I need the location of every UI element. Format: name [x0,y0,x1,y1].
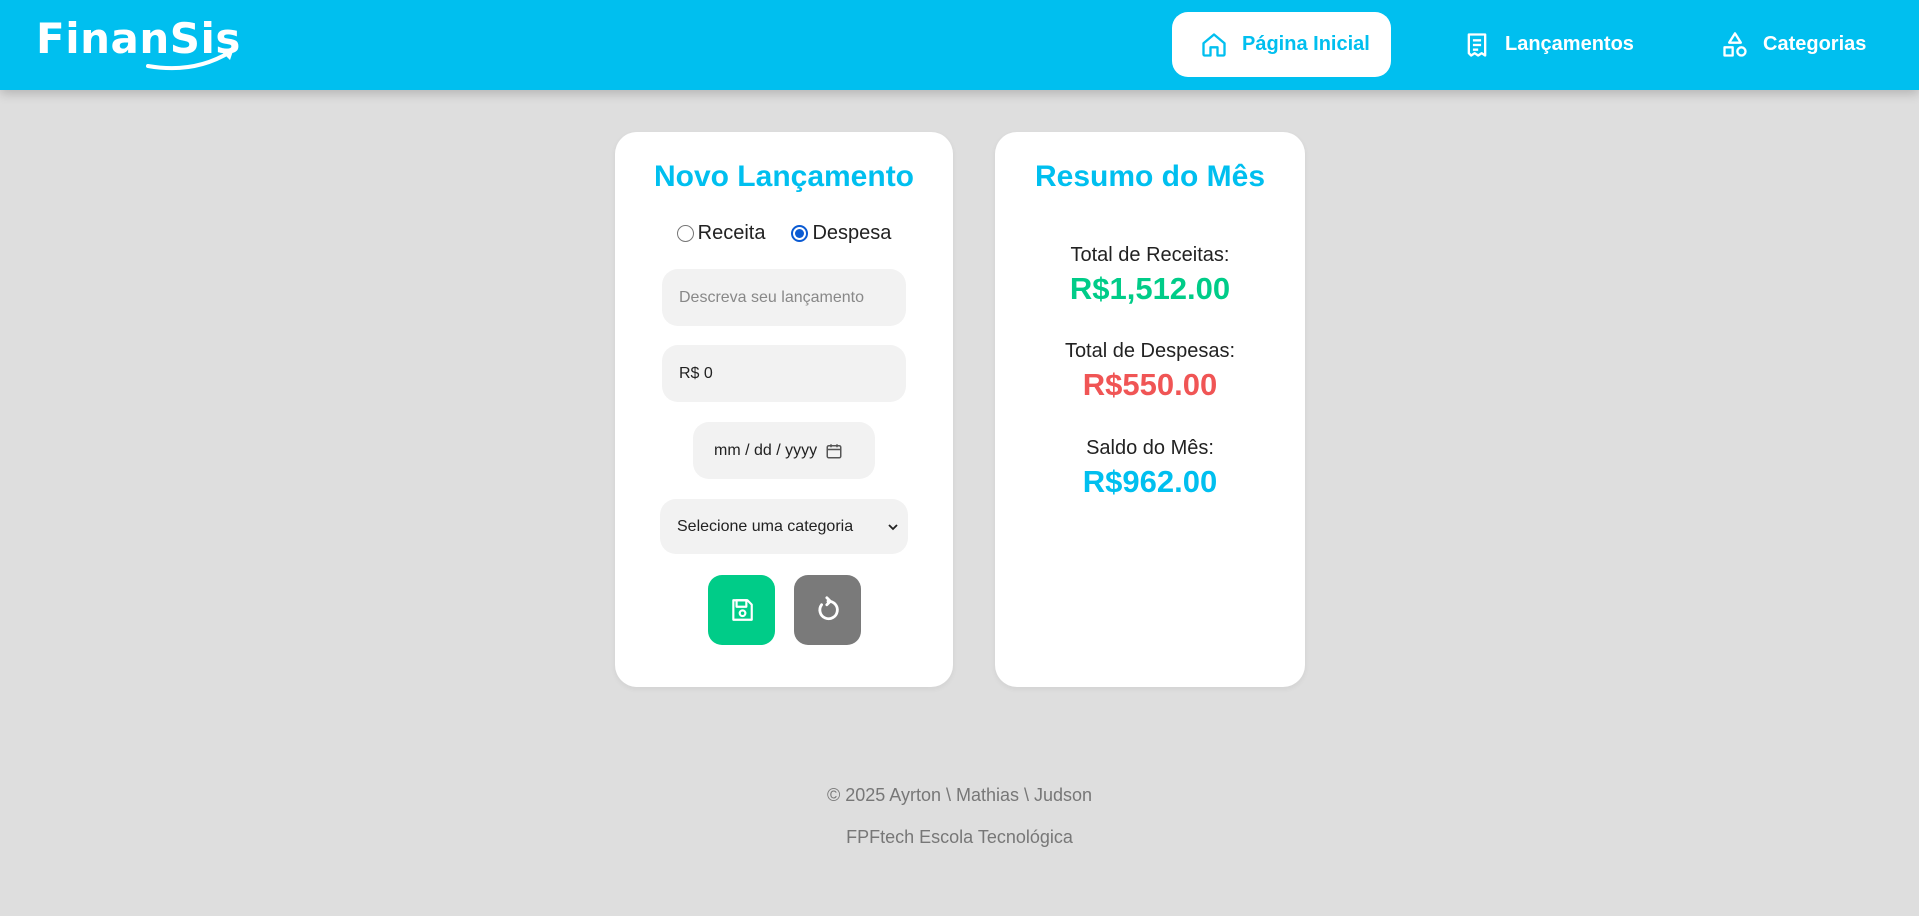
expense-value: R$550.00 [1082,367,1218,402]
nav-item-categorias[interactable]: Categorias [1713,12,1891,77]
balance-value: R$962.00 [1082,464,1218,499]
description-input[interactable]: Descreva seu lançamento [662,269,906,326]
description-placeholder: Descreva seu lançamento [679,288,864,306]
expense-summary: Total de Despesas: R$550.00 [995,340,1305,403]
app-logo[interactable]: FinanSis [36,14,241,74]
date-placeholder: mm / dd / yyyy [714,441,818,459]
radio-circle[interactable] [676,225,694,242]
radio-receita[interactable]: Receita [676,222,766,245]
expense-label: Total de Despesas: [1064,340,1236,362]
radio-circle[interactable] [791,225,809,242]
nav-item-home[interactable]: Página Inicial [1172,12,1391,77]
amount-value: R$ 0 [679,364,713,382]
save-icon [731,599,753,621]
income-label: Total de Receitas: [1070,244,1230,266]
receipt-icon [1467,32,1487,57]
home-icon [1202,32,1226,57]
shapes-icon [1723,31,1747,57]
top-navbar: FinanSis Página Inicial Lançamentos Cate… [0,0,1919,90]
reset-button[interactable] [794,575,861,645]
radio-label: Despesa [812,222,892,244]
logo-arrow-icon [146,48,234,71]
balance-label: Saldo do Mês: [1086,437,1214,459]
summary-title: Resumo do Mês [1034,160,1266,193]
amount-input[interactable]: R$ 0 [662,345,906,402]
nav-item-label: Lançamentos [1505,33,1634,55]
new-entry-title: Novo Lançamento [653,160,915,193]
nav-item-label: Categorias [1763,33,1867,55]
radio-despesa[interactable]: Despesa [791,222,891,245]
balance-summary: Saldo do Mês: R$962.00 [995,437,1305,500]
category-selected-value: Selecione uma categoria [677,517,854,535]
month-summary-card: Resumo do Mês Total de Receitas: R$1,512… [995,132,1305,687]
nav-item-lancamentos[interactable]: Lançamentos [1455,12,1655,77]
reset-icon [817,596,839,621]
date-input[interactable]: mm / dd / yyyy [693,422,875,479]
entry-type-group: Receita Despesa [615,222,953,245]
save-button[interactable] [708,575,775,645]
calendar-icon[interactable] [825,442,843,460]
chevron-down-icon [888,524,898,531]
income-summary: Total de Receitas: R$1,512.00 [995,244,1305,307]
footer-credits: © 2025 Ayrton \ Mathias \ Judson [826,785,1093,805]
new-entry-card: Novo Lançamento Receita Despesa Descreva… [615,132,953,687]
category-select[interactable]: Selecione uma categoria [660,499,908,554]
radio-label: Receita [697,222,766,244]
footer-school: FPFtech Escola Tecnológica [846,827,1073,847]
income-value: R$1,512.00 [1069,271,1231,306]
nav-item-label: Página Inicial [1242,33,1370,55]
